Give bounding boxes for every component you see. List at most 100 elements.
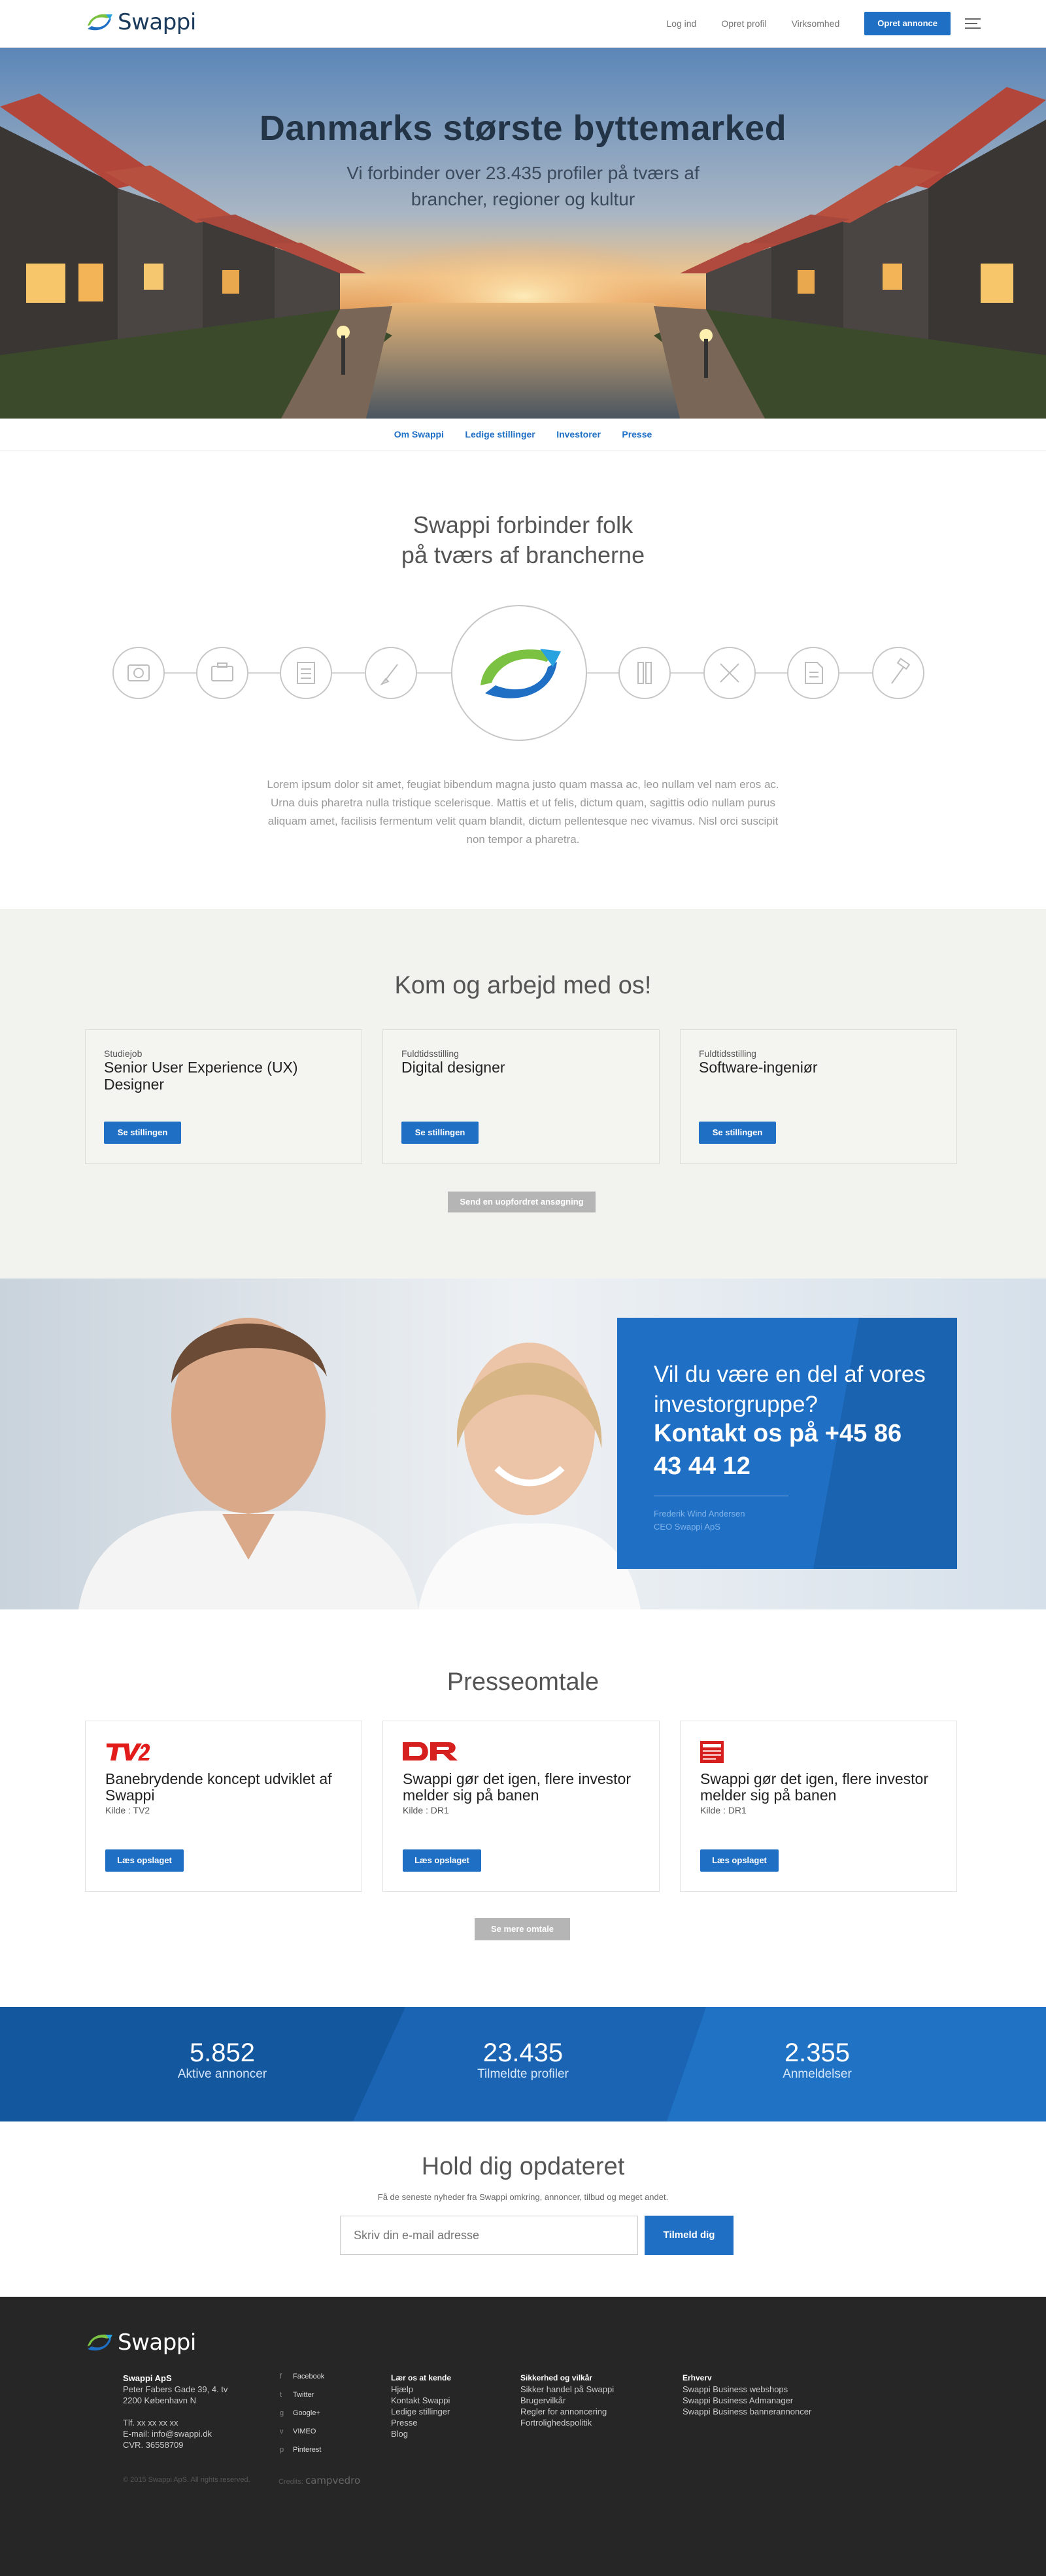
section-nav: Om Swappi Ledige stillinger Investorer P…: [0, 419, 1046, 451]
email[interactable]: E-mail: info@swappi.dk: [123, 2428, 228, 2439]
briefcase-icon: [196, 647, 248, 699]
phone: Tlf. xx xx xx xx: [123, 2418, 178, 2428]
cvr: CVR. 36558709: [123, 2440, 184, 2450]
read-article-button[interactable]: Læs opslaget: [105, 1849, 184, 1872]
footer-heading: Sikkerhed og vilkår: [520, 2373, 593, 2382]
nav-create-profile[interactable]: Opret profil: [721, 12, 766, 35]
press-section: Presseomtale Banebrydende koncept udvikl…: [0, 1609, 1046, 2007]
footer-link[interactable]: Regler for annoncering: [520, 2406, 614, 2417]
subnav-press[interactable]: Presse: [622, 429, 652, 439]
view-job-button[interactable]: Se stillingen: [699, 1122, 776, 1144]
top-nav: Log ind Opret profil Virksomhed Opret an…: [641, 12, 981, 35]
stats-banner: 5.852 Aktive annoncer 23.435 Tilmeldte p…: [0, 2007, 1046, 2121]
investor-section: Vil du være en del af vores investorgrup…: [0, 1279, 1046, 1609]
connect-title: Swappi forbinder folk på tværs af branch…: [327, 510, 719, 570]
press-source: Kilde : DR1: [700, 1805, 747, 1815]
footer-link[interactable]: Swappi Business bannerannoncer: [683, 2406, 811, 2417]
job-card: Fuldtidsstilling Digital designer Se sti…: [382, 1029, 660, 1164]
read-article-button[interactable]: Læs opslaget: [403, 1849, 481, 1872]
investor-question: Vil du være en del af vores investorgrup…: [654, 1362, 926, 1417]
more-press-button[interactable]: Se mere omtale: [475, 1918, 570, 1940]
press-headline: Swappi gør det igen, flere investor meld…: [403, 1770, 632, 1804]
investor-role: CEO Swappi ApS: [654, 1522, 720, 1532]
subnav-about[interactable]: Om Swappi: [394, 429, 444, 439]
stat-active-ads: 5.852 Aktive annoncer: [92, 2038, 353, 2082]
unsolicited-application-button[interactable]: Send en uopfordret ansøgning: [448, 1192, 596, 1212]
stat-label: Tilmeldte profiler: [477, 2067, 569, 2081]
logo[interactable]: Swappi: [85, 9, 196, 35]
job-type: Studiejob: [104, 1048, 143, 1059]
investor-phone[interactable]: Kontakt os på +45 86 43 44 12: [654, 1417, 928, 1483]
social-vimeo[interactable]: v VIMEO: [280, 2428, 324, 2446]
view-job-button[interactable]: Se stillingen: [401, 1122, 479, 1144]
footer-link[interactable]: Swappi Business Admanager: [683, 2395, 811, 2406]
press-card: Swappi gør det igen, flere investor meld…: [382, 1721, 660, 1892]
swappi-logo-icon: [88, 2334, 112, 2351]
hammer-icon: [872, 647, 924, 699]
footer-link[interactable]: Brugervilkår: [520, 2395, 614, 2406]
address-line2: 2200 København N: [123, 2396, 197, 2405]
footer-link[interactable]: Hjælp: [391, 2384, 451, 2395]
social-googleplus[interactable]: g Google+: [280, 2409, 324, 2428]
swappi-logo-icon: [88, 14, 112, 31]
footer-link[interactable]: Kontakt Swappi: [391, 2395, 451, 2406]
nav-login[interactable]: Log ind: [666, 12, 696, 35]
stat-value: 5.852: [189, 2038, 256, 2067]
camera-icon: [112, 647, 165, 699]
menu-icon[interactable]: [965, 18, 981, 29]
pinterest-icon: p: [280, 2446, 284, 2454]
investor-contact-box: Vil du være en del af vores investorgrup…: [617, 1318, 957, 1569]
footer-col-about: Lær os at kende Hjælp Kontakt Swappi Led…: [391, 2373, 451, 2439]
facebook-icon: f: [280, 2373, 282, 2380]
company-info: Swappi ApS Peter Fabers Gade 39, 4. tv 2…: [123, 2373, 228, 2450]
newsletter-section: Hold dig opdateret Få de seneste nyheder…: [0, 2121, 1046, 2297]
hero-banner: Danmarks største byttemarked Vi forbinde…: [0, 48, 1046, 419]
social-twitter[interactable]: t Twitter: [280, 2391, 324, 2409]
job-title: Software-ingeniør: [699, 1059, 818, 1076]
swappi-center-icon: [451, 605, 587, 741]
footer-link[interactable]: Swappi Business webshops: [683, 2384, 811, 2395]
dr-logo-icon: [403, 1742, 458, 1760]
social-links: f Facebook t Twitter g Google+ v VIMEO p Pint…: [280, 2373, 324, 2464]
credits-name[interactable]: campvedro: [305, 2475, 360, 2486]
footer-link[interactable]: Presse: [391, 2417, 451, 2428]
email-field[interactable]: [340, 2216, 638, 2255]
press-source: Kilde : DR1: [403, 1805, 449, 1815]
footer-link[interactable]: Sikker handel på Swappi: [520, 2384, 614, 2395]
footer-link[interactable]: Fortrolighedspolitik: [520, 2417, 614, 2428]
stat-profiles: 23.435 Tilmeldte profiler: [392, 2038, 654, 2082]
connect-section: Swappi forbinder folk på tværs af branch…: [0, 451, 1046, 909]
press-source: Kilde : TV2: [105, 1805, 150, 1815]
connect-description: Lorem ipsum dolor sit amet, feugiat bibe…: [267, 778, 779, 846]
jobs-section: Kom og arbejd med os! Studiejob Senior U…: [0, 909, 1046, 1279]
press-card: Banebrydende koncept udviklet af Swappi …: [85, 1721, 362, 1892]
footer-link[interactable]: Blog: [391, 2428, 451, 2439]
pencil-ruler-icon: [618, 647, 671, 699]
social-facebook[interactable]: f Facebook: [280, 2373, 324, 2391]
press-headline: Banebrydende koncept udviklet af Swappi: [105, 1770, 332, 1804]
job-type: Fuldtidsstilling: [401, 1048, 459, 1059]
footer-heading: Lær os at kende: [391, 2373, 452, 2382]
logo-text: Swappi: [118, 2329, 196, 2356]
job-title: Digital designer: [401, 1059, 505, 1076]
newsletter-subtitle: Få de seneste nyheder fra Swappi omkring…: [377, 2192, 669, 2202]
press-card: Swappi gør det igen, flere investor meld…: [680, 1721, 957, 1892]
subnav-investors[interactable]: Investorer: [556, 429, 601, 439]
connect-title-line2: på tværs af brancherne: [401, 541, 645, 568]
subscribe-button[interactable]: Tilmeld dig: [645, 2216, 734, 2255]
twitter-icon: t: [280, 2391, 282, 2399]
footer-heading: Erhverv: [683, 2373, 712, 2382]
press-headline: Swappi gør det igen, flere investor meld…: [700, 1770, 929, 1804]
read-article-button[interactable]: Læs opslaget: [700, 1849, 779, 1872]
stat-value: 23.435: [482, 2038, 564, 2067]
footer-link[interactable]: Ledige stillinger: [391, 2406, 451, 2417]
nav-business[interactable]: Virksomhed: [792, 12, 840, 35]
social-pinterest[interactable]: p Pinterest: [280, 2446, 324, 2464]
subnav-jobs[interactable]: Ledige stillinger: [465, 429, 535, 439]
create-ad-button[interactable]: Opret annonce: [864, 12, 951, 35]
hero-title: Danmarks største byttemarked: [259, 109, 787, 148]
press-title: Presseomtale: [447, 1668, 599, 1696]
view-job-button[interactable]: Se stillingen: [104, 1122, 181, 1144]
logo-text: Swappi: [118, 9, 196, 35]
footer-logo[interactable]: Swappi: [85, 2329, 196, 2356]
